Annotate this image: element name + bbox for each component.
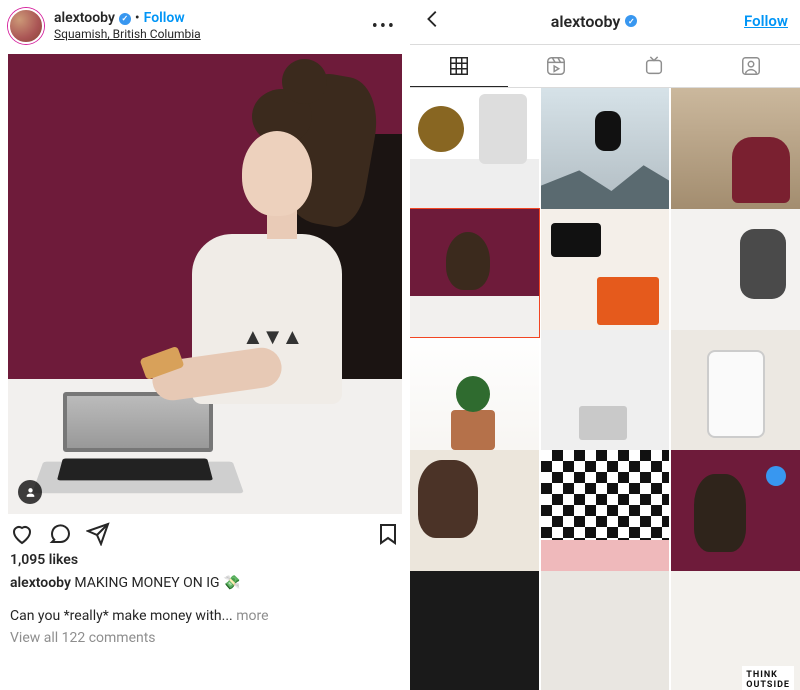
profile-grid — [410, 88, 800, 690]
post-location[interactable]: Squamish, British Columbia — [54, 27, 362, 42]
profile-username: alextooby — [551, 12, 621, 31]
tab-grid[interactable] — [410, 45, 508, 87]
post-header-text: alextooby ✓ • Follow Squamish, British C… — [54, 10, 362, 43]
profile-panel: alextooby ✓ Follow — [410, 0, 800, 690]
grid-item-holding-iphone[interactable] — [671, 330, 800, 459]
back-icon[interactable] — [422, 8, 444, 34]
profile-follow-link[interactable]: Follow — [744, 12, 788, 30]
grid-item-porch-sitting[interactable] — [671, 88, 800, 217]
tab-reels[interactable] — [508, 45, 606, 87]
author-avatar[interactable] — [8, 8, 44, 44]
view-comments-link[interactable]: View all 122 comments — [8, 626, 402, 650]
post-panel: alextooby ✓ • Follow Squamish, British C… — [0, 0, 410, 690]
caption-username[interactable]: alextooby — [10, 575, 71, 591]
tab-igtv[interactable] — [605, 45, 703, 87]
tagged-people-icon[interactable] — [18, 480, 42, 504]
post-options-icon[interactable]: ••• — [372, 16, 402, 37]
grid-item-phone-at-desk[interactable] — [410, 209, 539, 338]
like-icon[interactable] — [10, 522, 34, 546]
separator-dot: • — [135, 10, 140, 28]
post-caption: alextooby MAKING MONEY ON IG 💸 — [8, 570, 402, 598]
grid-item-camera-books[interactable] — [541, 209, 670, 338]
grid-item-cactus-plant[interactable] — [410, 330, 539, 459]
caption-more-link[interactable]: more — [236, 608, 268, 624]
grid-item-bedroom[interactable] — [671, 209, 800, 338]
grid-item-mountain-person[interactable] — [541, 88, 670, 217]
author-username[interactable]: alextooby — [54, 10, 115, 28]
share-icon[interactable] — [86, 522, 110, 546]
caption-excerpt: Can you *really* make money with... more — [8, 598, 402, 626]
profile-header: alextooby ✓ Follow — [410, 4, 800, 44]
grid-item-writing-desk[interactable] — [410, 450, 539, 579]
grid-item-think-outside[interactable] — [671, 571, 800, 690]
verified-badge-icon: ✓ — [625, 15, 637, 27]
grid-item-pointing-verified[interactable] — [671, 450, 800, 579]
grid-item-blank[interactable] — [541, 571, 670, 690]
profile-title[interactable]: alextooby ✓ — [444, 12, 744, 31]
excerpt-text: Can you *really* make money with... — [10, 608, 233, 624]
save-icon[interactable] — [376, 522, 400, 546]
post-actions — [8, 514, 402, 550]
verified-badge-icon: ✓ — [119, 13, 131, 25]
grid-item-checker-icecream[interactable] — [541, 450, 670, 579]
likes-count[interactable]: 1,095 likes — [8, 550, 402, 570]
grid-item-home-office[interactable] — [541, 330, 670, 459]
follow-link[interactable]: Follow — [144, 10, 185, 28]
comment-icon[interactable] — [48, 522, 72, 546]
post-header: alextooby ✓ • Follow Squamish, British C… — [8, 4, 402, 54]
grid-item-dark-room[interactable] — [410, 571, 539, 690]
post-image[interactable]: ▲▼▲ — [8, 54, 402, 514]
caption-text: MAKING MONEY ON IG 💸 — [74, 575, 240, 591]
grid-item-tea-pour[interactable] — [410, 88, 539, 217]
tab-tagged[interactable] — [703, 45, 800, 87]
profile-tabs — [410, 44, 800, 88]
